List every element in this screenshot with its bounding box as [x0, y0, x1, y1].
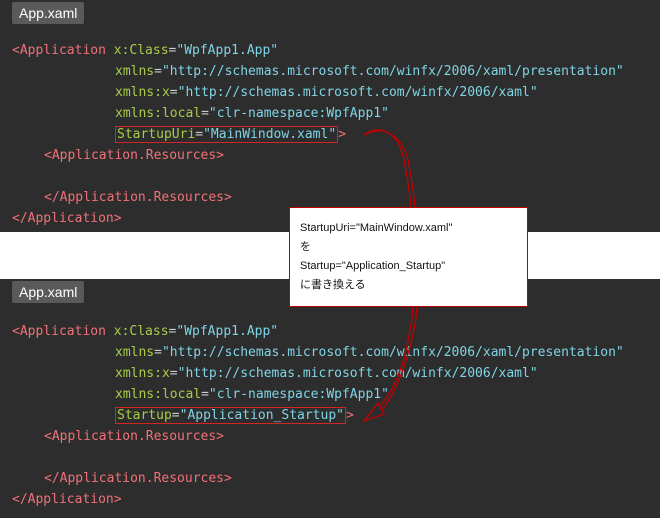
code-line: xmlns:local="clr-namespace:WpfApp1"	[12, 384, 624, 405]
code-line: <Application.Resources>	[12, 426, 624, 447]
code-tag: </Application.Resources>	[44, 471, 232, 486]
code-equals: =	[201, 387, 209, 402]
code-line: Startup="Application_Startup" >	[12, 405, 624, 426]
code-string: "http://schemas.microsoft.com/winfx/2006…	[161, 345, 624, 360]
code-block: <Application x:Class="WpfApp1.App" xmlns…	[12, 40, 624, 229]
code-line: </Application.Resources>	[12, 187, 624, 208]
code-line: xmlns="http://schemas.microsoft.com/winf…	[12, 342, 624, 363]
callout-line: を	[300, 241, 311, 253]
file-tab[interactable]: App.xaml	[12, 2, 85, 24]
callout-line: に書き換える	[300, 279, 366, 291]
code-line: <Application x:Class="WpfApp1.App"	[12, 40, 624, 61]
callout-line: Startup="Application_Startup"	[300, 260, 446, 272]
code-line: xmlns:x="http://schemas.microsoft.com/wi…	[12, 82, 624, 103]
code-attr: xmlns	[115, 345, 155, 360]
code-attr: xmlns	[115, 64, 155, 79]
code-attr: xmlns:x	[115, 366, 170, 381]
code-equals: =	[201, 106, 209, 121]
code-string: "clr-namespace:WpfApp1"	[208, 106, 389, 121]
code-line: xmlns:x="http://schemas.microsoft.com/wi…	[12, 363, 624, 384]
code-panel-before: App.xaml <Application x:Class="WpfApp1.A…	[0, 0, 660, 232]
code-string: "clr-namespace:WpfApp1"	[208, 387, 389, 402]
file-tab[interactable]: App.xaml	[12, 281, 85, 303]
code-tag: <Application.Resources>	[44, 148, 225, 163]
code-line: xmlns="http://schemas.microsoft.com/winf…	[12, 61, 624, 82]
code-line: <Application.Resources>	[12, 145, 624, 166]
code-string: "http://schemas.microsoft.com/winfx/2006…	[161, 64, 624, 79]
code-equals: =	[169, 85, 178, 100]
code-tag: </Application.Resources>	[44, 190, 232, 205]
code-tag-close: >	[338, 127, 346, 142]
code-equals: =	[171, 408, 180, 423]
callout-note: StartupUri="MainWindow.xaml" を Startup="…	[289, 207, 528, 307]
highlight-box-startupuri: StartupUri="MainWindow.xaml"	[115, 126, 339, 143]
highlight-box-startup: Startup="Application_Startup"	[115, 407, 346, 424]
code-attr: x:Class	[113, 43, 169, 58]
code-tag: </Application>	[12, 492, 122, 507]
code-attr: StartupUri	[117, 127, 196, 142]
code-block: <Application x:Class="WpfApp1.App" xmlns…	[12, 321, 624, 510]
code-attr: x:Class	[113, 324, 169, 339]
code-string: "MainWindow.xaml"	[203, 127, 337, 142]
code-line: xmlns:local="clr-namespace:WpfApp1"	[12, 103, 624, 124]
code-equals: =	[154, 64, 162, 79]
code-attr: xmlns:local	[115, 106, 202, 121]
code-tag: <Application.Resources>	[44, 429, 225, 444]
code-line: StartupUri="MainWindow.xaml" >	[12, 124, 624, 145]
code-string: "http://schemas.microsoft.com/winfx/2006…	[177, 85, 538, 100]
code-attr: Startup	[117, 408, 172, 423]
code-equals: =	[154, 345, 162, 360]
code-panel-after: App.xaml <Application x:Class="WpfApp1.A…	[0, 279, 660, 518]
code-line: </Application>	[12, 489, 624, 510]
code-equals: =	[169, 366, 178, 381]
code-equals: =	[195, 127, 204, 142]
callout-line: StartupUri="MainWindow.xaml"	[300, 222, 453, 234]
code-attr: xmlns:local	[115, 387, 202, 402]
code-attr: xmlns:x	[115, 85, 170, 100]
code-string: "WpfApp1.App"	[176, 324, 279, 339]
code-string: "WpfApp1.App"	[176, 43, 279, 58]
code-tag: </Application>	[12, 211, 122, 226]
code-string: "http://schemas.microsoft.com/winfx/2006…	[177, 366, 538, 381]
code-tag-close: >	[346, 408, 354, 423]
code-line: <Application x:Class="WpfApp1.App"	[12, 321, 624, 342]
code-tag: <Application	[12, 324, 106, 339]
code-line: </Application.Resources>	[12, 468, 624, 489]
code-tag: <Application	[12, 43, 106, 58]
code-string: "Application_Startup"	[179, 408, 344, 423]
